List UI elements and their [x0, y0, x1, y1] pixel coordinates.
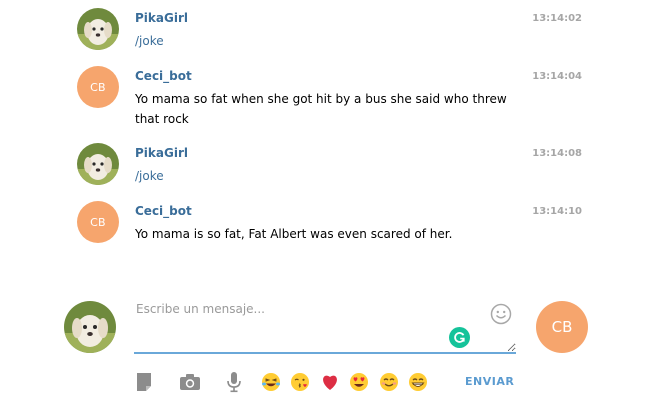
composer-toolbar: ENVIAR	[0, 368, 670, 396]
heart-eyes-emoji[interactable]	[349, 372, 369, 392]
document-icon[interactable]	[133, 371, 155, 393]
grinning-emoji[interactable]	[408, 372, 428, 392]
camera-icon[interactable]	[179, 371, 201, 393]
sender-name[interactable]: PikaGirl	[135, 11, 188, 25]
sender-name[interactable]: Ceci_bot	[135, 204, 192, 218]
laughing-tears-emoji[interactable]	[261, 372, 281, 392]
bot-avatar-large[interactable]: CB	[536, 301, 588, 353]
message-time: 13:14:08	[532, 148, 582, 159]
grammarly-icon[interactable]	[449, 327, 470, 348]
smiling-emoji[interactable]	[379, 372, 399, 392]
send-button[interactable]: ENVIAR	[465, 375, 514, 388]
message-time: 13:14:02	[532, 13, 582, 24]
sender-name[interactable]: Ceci_bot	[135, 69, 192, 83]
own-avatar[interactable]	[64, 301, 116, 353]
kissing-emoji[interactable]	[290, 372, 310, 392]
microphone-icon[interactable]	[223, 371, 245, 393]
bot-avatar[interactable]: CB	[77, 201, 119, 243]
message-text: Yo mama is so fat, Fat Albert was even s…	[135, 227, 453, 241]
user-avatar[interactable]	[77, 8, 119, 50]
message-time: 13:14:10	[532, 206, 582, 217]
user-avatar[interactable]	[77, 143, 119, 185]
message-text: Yo mama so fat when she got hit by a bus…	[135, 92, 507, 126]
emoji-picker-icon[interactable]	[490, 303, 512, 325]
red-heart-emoji[interactable]	[320, 372, 340, 392]
bot-avatar[interactable]: CB	[77, 66, 119, 108]
message-text: /joke	[135, 169, 164, 183]
message-time: 13:14:04	[532, 71, 582, 82]
message-text: /joke	[135, 34, 164, 48]
sender-name[interactable]: PikaGirl	[135, 146, 188, 160]
